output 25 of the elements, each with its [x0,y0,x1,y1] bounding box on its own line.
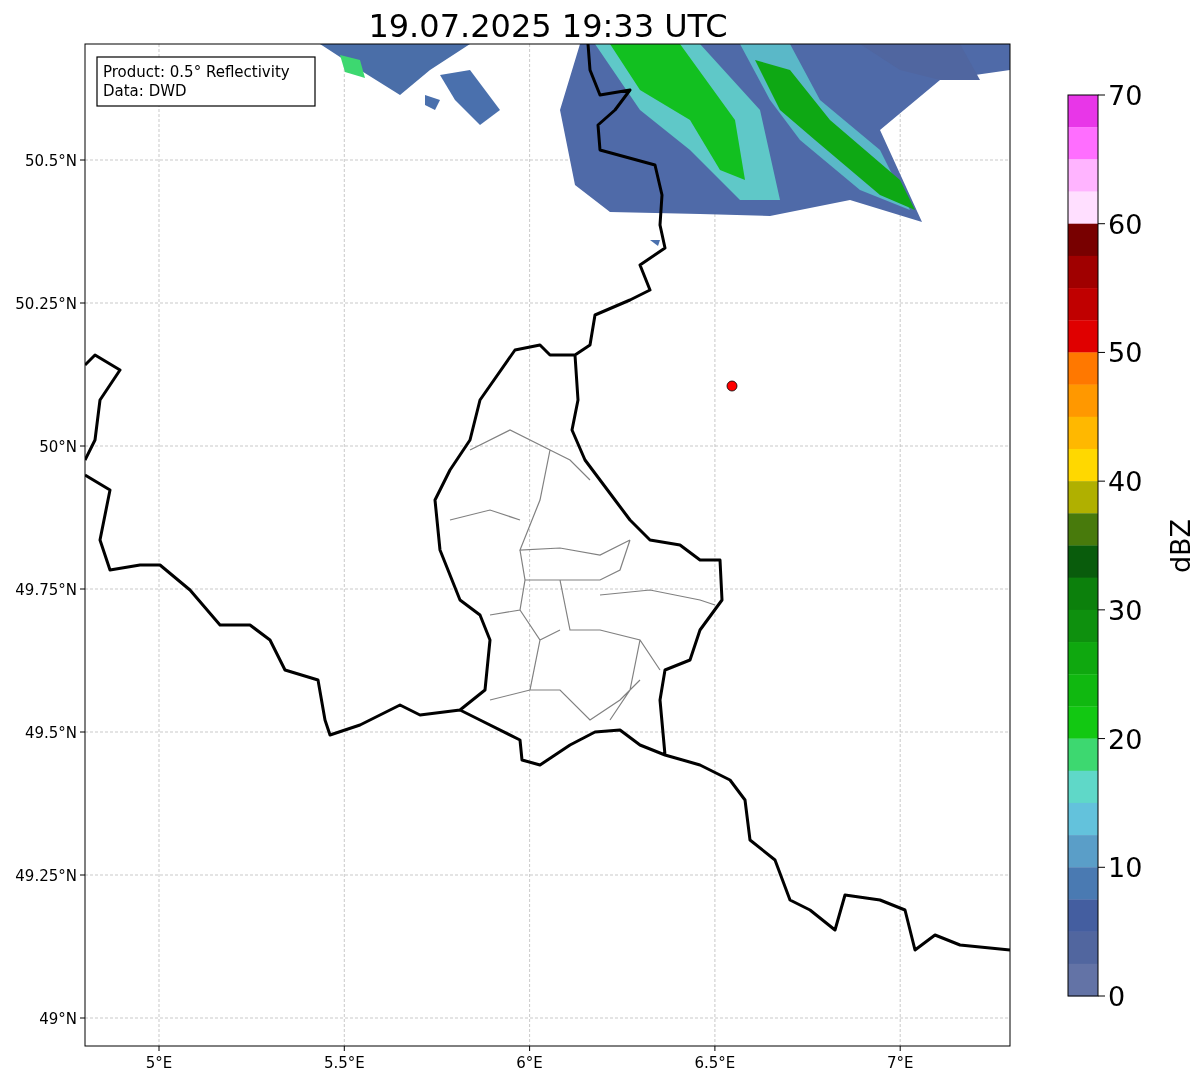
latitude-label: 49°N [39,1010,77,1028]
colorbar-tick-label: 10 [1108,852,1143,884]
latitude-label: 49.25°N [15,867,77,885]
colorbar-tick-label: 40 [1108,466,1143,498]
longitude-label: 7°E [886,1054,914,1072]
colorbar-tick-label: 20 [1108,723,1143,755]
longitude-label: 5°E [145,1054,173,1072]
info-text: Data: DWD [103,82,187,100]
chart-title: 19.07.2025 19:33 UTC [368,7,728,45]
colorbar-tick-label: 60 [1108,208,1143,240]
latitude-label: 50.5°N [24,152,77,170]
longitude-label: 6.5°E [694,1054,736,1072]
colorbar-tick-label: 70 [1108,80,1143,111]
latitude-label: 49.75°N [15,581,77,599]
radar-site-marker [726,380,738,392]
colorbar-label: dBZ [1165,518,1196,574]
colorbar-tick-label: 0 [1108,981,1126,1012]
longitude-label: 6°E [516,1054,543,1072]
latitude-label: 50.25°N [15,295,77,313]
colorbar-tick-label: 50 [1108,337,1143,369]
info-text: Product: 0.5° Reflectivity [103,63,290,81]
longitude-label: 5.5°E [323,1054,365,1072]
latitude-label: 50°N [39,438,77,456]
latitude-label: 49.5°N [24,724,77,742]
colorbar-tick-label: 30 [1108,594,1143,626]
